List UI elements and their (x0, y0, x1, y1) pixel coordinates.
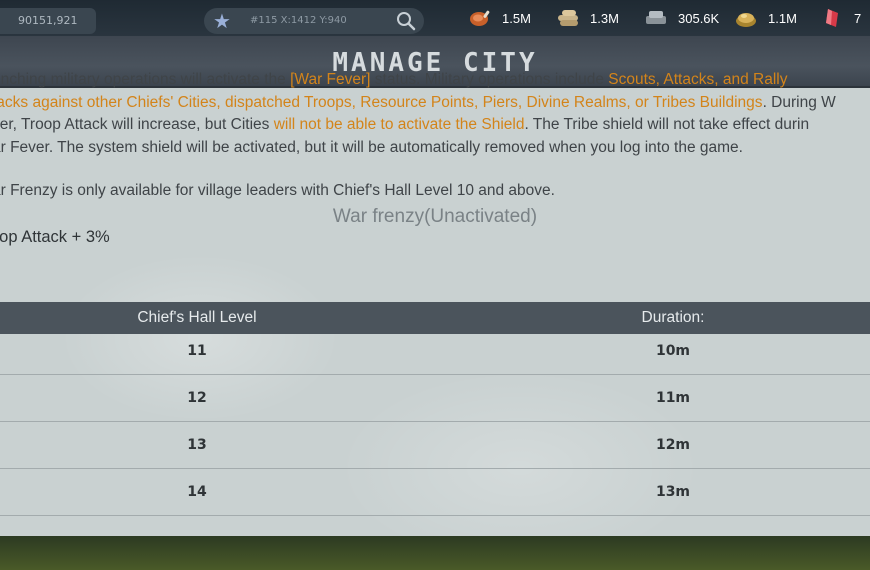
description-line: ver, Troop Attack will increase, but Cit… (0, 116, 810, 133)
duration-cell: 11m (655, 390, 691, 406)
level-cell: 12 (187, 390, 207, 406)
duration-cell: 13m (655, 484, 691, 500)
war-frenzy-requirement: ar Frenzy is only available for village … (0, 182, 555, 199)
resource-meat[interactable]: 1.5M (468, 5, 531, 31)
description-line: unching military operations will activat… (0, 71, 788, 88)
level-cell: 13 (187, 437, 207, 453)
table-row: 14 13m (0, 469, 870, 516)
resource-wood[interactable]: 1.3M (556, 5, 619, 31)
table-row: 13 12m (0, 422, 870, 469)
resource-gold[interactable]: 1.1M (734, 5, 797, 31)
game-world-bottom (0, 536, 870, 570)
power-display: 90151,921 (0, 8, 96, 34)
war-fever-description: unching military operations will activat… (0, 69, 870, 159)
level-cell: 11 (187, 343, 207, 359)
table-row: 12 11m (0, 375, 870, 422)
star-icon[interactable]: ★ (210, 9, 234, 33)
duration-cell: 10m (655, 343, 691, 359)
table-row: 11 10m (0, 328, 870, 375)
war-frenzy-status: War frenzy(Unactivated) (332, 206, 538, 227)
resource-gem[interactable]: 7 (820, 5, 861, 31)
resource-stone[interactable]: 305.6K (644, 5, 719, 31)
search-icon[interactable] (394, 9, 418, 33)
top-resource-bar: 90151,921 #115 X:1412 Y:940 ★ 1.5M 1.3M … (0, 0, 870, 40)
level-cell: 14 (187, 484, 207, 500)
meat-icon (470, 10, 490, 26)
duration-cell: 12m (655, 437, 691, 453)
gem-icon (826, 9, 838, 27)
stone-icon (646, 11, 666, 24)
description-line: ar Fever. The system shield will be acti… (0, 138, 743, 156)
troop-attack-bonus: oop Attack + 3% (0, 228, 110, 246)
wood-icon (558, 10, 578, 26)
description-line: tacks against other Chiefs' Cities, disp… (0, 93, 836, 111)
gold-icon (736, 13, 756, 27)
coordinate-search-field[interactable]: #115 X:1412 Y:940 (204, 8, 424, 34)
